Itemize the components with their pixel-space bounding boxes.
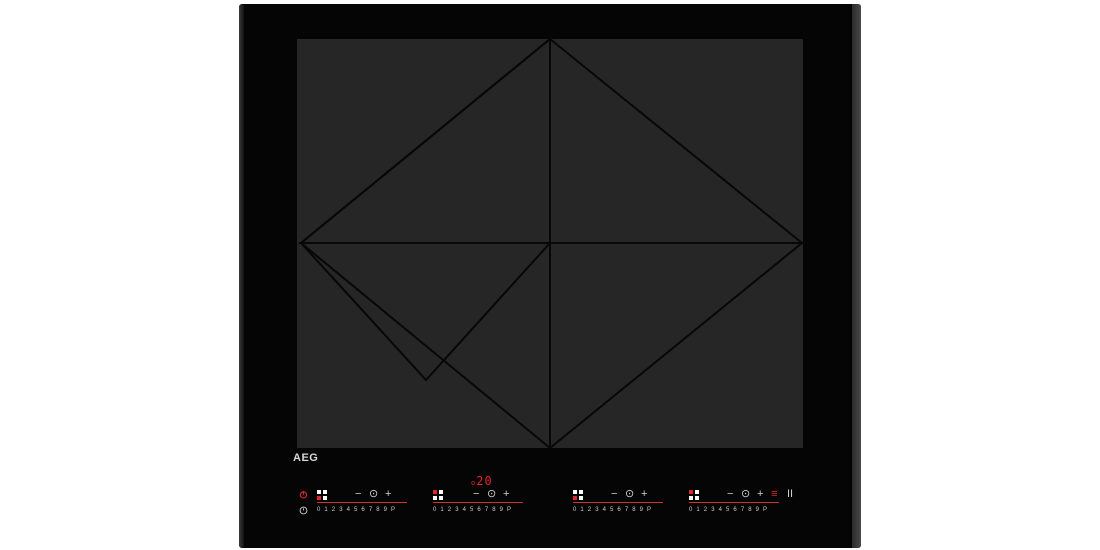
cooking-zone-icon [573, 490, 583, 500]
cooking-zone-icon [433, 490, 443, 500]
left-rim [239, 4, 244, 548]
induction-hob: AEG − ⊙ + 0 1 2 3 4 5 6 7 8 9 P − ⊙ + 0 … [239, 4, 861, 548]
cooking-zone-icon [689, 490, 699, 500]
bridge-button[interactable]: ≡ [771, 488, 777, 500]
control-panel-zone-2: − ⊙ + 0 1 2 3 4 5 6 7 8 9 P [433, 480, 553, 520]
control-panel-zone-4: − ⊙ + ≡ II 0 1 2 3 4 5 6 7 8 9 P [689, 480, 809, 520]
power-icon[interactable] [299, 490, 308, 499]
cooking-surface [297, 39, 803, 448]
timer-button[interactable]: ⊙ [487, 488, 496, 500]
right-rim [852, 4, 861, 548]
timer-button[interactable]: ⊙ [625, 488, 634, 500]
plus-button[interactable]: + [641, 488, 647, 500]
cooking-zone-icon [317, 490, 327, 500]
cooking-zones [298, 39, 803, 448]
minus-button[interactable]: − [727, 488, 733, 500]
cooking-zone-front-left [298, 242, 553, 382]
control-panel-zone-1: − ⊙ + 0 1 2 3 4 5 6 7 8 9 P [317, 480, 437, 520]
slider-track [689, 502, 779, 503]
pause-button[interactable]: II [787, 488, 793, 500]
cooking-zone-rear-right [549, 39, 803, 244]
timer-button[interactable]: ⊙ [369, 488, 378, 500]
slider-track [317, 502, 407, 503]
brand-logo: AEG [293, 452, 319, 464]
plus-button[interactable]: + [503, 488, 509, 500]
minus-button[interactable]: − [355, 488, 361, 500]
cooking-zone-front-right [549, 242, 803, 448]
power-level-slider[interactable]: 0 1 2 3 4 5 6 7 8 9 P [573, 507, 652, 513]
timer-icon[interactable] [299, 506, 308, 515]
timer-button[interactable]: ⊙ [741, 488, 750, 500]
timer-display: o20 [471, 474, 493, 488]
slider-track [433, 502, 523, 503]
power-level-slider[interactable]: 0 1 2 3 4 5 6 7 8 9 P [689, 507, 768, 513]
plus-button[interactable]: + [385, 488, 391, 500]
control-panel-zone-3: − ⊙ + 0 1 2 3 4 5 6 7 8 9 P [573, 480, 693, 520]
power-level-slider[interactable]: 0 1 2 3 4 5 6 7 8 9 P [317, 507, 396, 513]
minus-button[interactable]: − [473, 488, 479, 500]
power-level-slider[interactable]: 0 1 2 3 4 5 6 7 8 9 P [433, 507, 512, 513]
slider-track [573, 502, 663, 503]
minus-button[interactable]: − [611, 488, 617, 500]
display-value: 20 [476, 474, 493, 488]
plus-button[interactable]: + [757, 488, 763, 500]
